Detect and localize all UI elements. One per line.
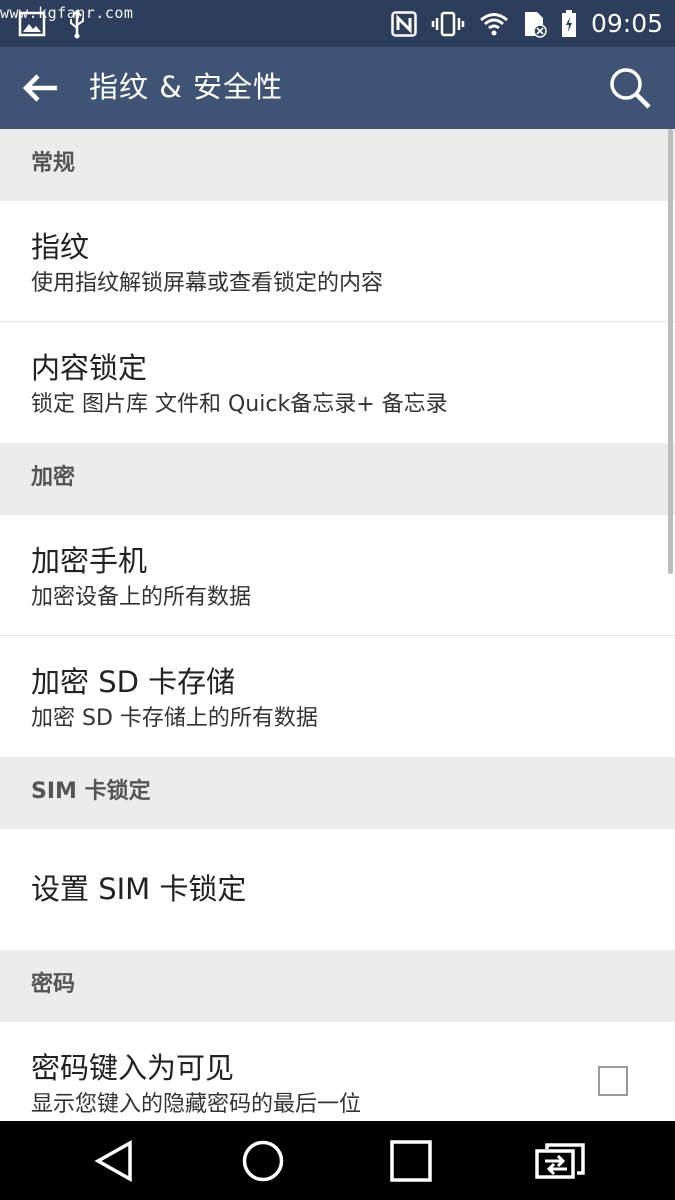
nfc-icon [391, 11, 417, 37]
recents-square-icon [390, 1140, 432, 1182]
item-title: 内容锁定 [31, 351, 148, 385]
status-bar-left [18, 8, 86, 40]
item-subtitle: 锁定 图片库 文件和 Quick备忘录+ 备忘录 [31, 392, 448, 417]
nav-recents-button[interactable] [383, 1133, 439, 1189]
item-subtitle: 加密设备上的所有数据 [31, 585, 252, 610]
clock: 09:05 [590, 9, 663, 38]
item-subtitle: 使用指纹解锁屏幕或查看锁定的内容 [31, 271, 384, 296]
image-icon [18, 11, 46, 37]
section-header-encryption: 加密 [0, 443, 675, 515]
item-title: 加密 SD 卡存储 [31, 665, 236, 699]
arrow-left-icon [22, 74, 57, 102]
nav-back-button[interactable] [86, 1133, 142, 1189]
section-header-label: 常规 [31, 151, 76, 176]
status-bar-right: 09:05 [391, 6, 663, 42]
back-button[interactable] [14, 61, 68, 115]
page-title: 指纹 & 安全性 [89, 70, 284, 104]
app-bar: 指纹 & 安全性 [0, 47, 675, 129]
section-header-label: 加密 [31, 465, 76, 490]
usb-icon [68, 9, 86, 39]
section-header-general: 常规 [0, 129, 675, 201]
section-header-label: 密码 [31, 972, 76, 997]
item-title: 密码键入为可见 [31, 1051, 235, 1085]
search-button[interactable] [603, 61, 657, 115]
item-subtitle: 显示您键入的隐藏密码的最后一位 [31, 1092, 362, 1117]
item-title: 设置 SIM 卡锁定 [31, 872, 247, 906]
sd-card-icon [523, 10, 547, 38]
navigation-bar [0, 1121, 675, 1200]
item-title: 加密手机 [31, 544, 148, 578]
item-subtitle: 加密 SD 卡存储上的所有数据 [31, 706, 318, 731]
settings-list: 常规 指纹 使用指纹解锁屏幕或查看锁定的内容 内容锁定 锁定 图片库 文件和 Q… [0, 129, 675, 1143]
scrollbar[interactable] [668, 129, 673, 574]
list-item-content-lock[interactable]: 内容锁定 锁定 图片库 文件和 Quick备忘录+ 备忘录 [0, 322, 675, 443]
back-triangle-icon [94, 1140, 132, 1182]
section-header-label: SIM 卡锁定 [31, 779, 151, 804]
section-header-password: 密码 [0, 950, 675, 1022]
list-item-set-sim-lock[interactable]: 设置 SIM 卡锁定 [0, 829, 675, 950]
screen: www.kgfanr.com 09:05 指纹 & 安全性 常规 指纹 使用指纹… [0, 0, 675, 1200]
item-title: 指纹 [31, 230, 90, 264]
dual-window-icon [535, 1143, 585, 1179]
vibrate-icon [431, 11, 465, 37]
nav-dual-window-button[interactable] [532, 1133, 588, 1189]
wifi-icon [479, 12, 509, 36]
section-header-sim-lock: SIM 卡锁定 [0, 757, 675, 829]
list-item-fingerprint[interactable]: 指纹 使用指纹解锁屏幕或查看锁定的内容 [0, 201, 675, 322]
nav-home-button[interactable] [235, 1133, 291, 1189]
battery-icon [561, 10, 577, 38]
password-visible-checkbox[interactable] [598, 1066, 628, 1096]
home-circle-icon [242, 1140, 284, 1182]
search-icon [610, 68, 651, 109]
list-item-encrypt-sd-card[interactable]: 加密 SD 卡存储 加密 SD 卡存储上的所有数据 [0, 636, 675, 757]
status-bar: www.kgfanr.com 09:05 [0, 0, 675, 47]
list-item-encrypt-phone[interactable]: 加密手机 加密设备上的所有数据 [0, 515, 675, 636]
